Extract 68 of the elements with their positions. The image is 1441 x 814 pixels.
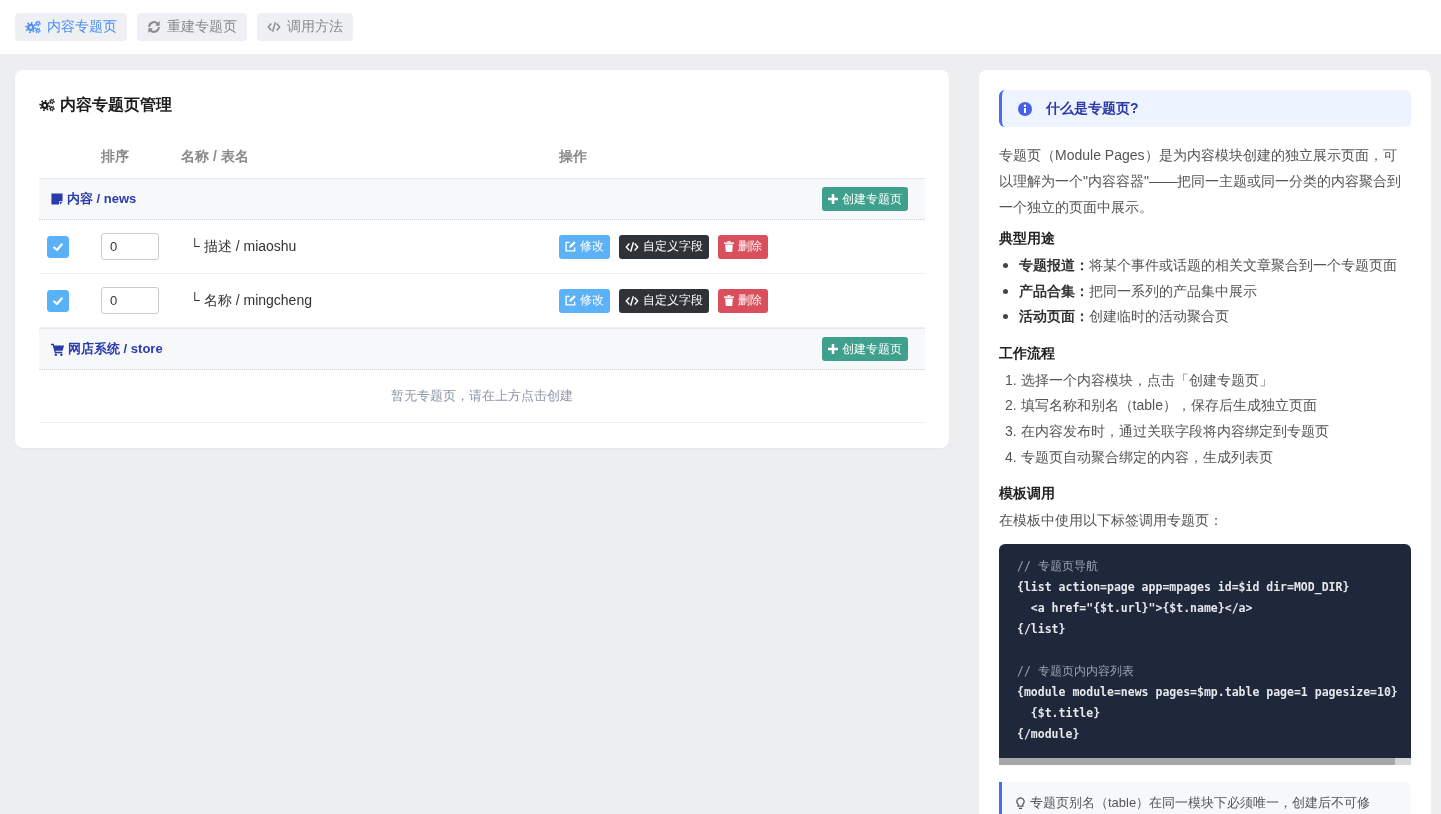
list-item: 产品合集：把同一系列的产品集中展示 — [1019, 281, 1257, 301]
code-icon — [267, 20, 281, 34]
section-title: 工作流程 — [999, 343, 1056, 363]
check-icon — [52, 240, 64, 253]
code-line: {/module} — [1017, 726, 1081, 744]
trash-icon — [724, 295, 734, 306]
code-line: {$t.title} — [1029, 705, 1102, 723]
code-comment: // 专题页内内容列表 — [1017, 663, 1135, 681]
checkbox[interactable] — [47, 235, 69, 258]
gears-icon — [39, 98, 55, 112]
intro-paragraph: 专题页（Module Pages）是为内容模块创建的独立展示页面，可以理解为一个"内容容器"——把同一主题或同一分类的内容聚合到一个独立的页面中展示。 — [999, 146, 1401, 217]
code-icon — [625, 293, 639, 308]
edit-button[interactable]: 修改 — [559, 234, 610, 259]
tip-text: 专题页别名（table）在同一模块下必须唯一，创建后不可修 — [1030, 794, 1371, 813]
edit-button[interactable]: 修改 — [559, 288, 610, 313]
step-item: 2. 填写名称和别名（table），保存后生成独立页面 — [1004, 396, 1318, 416]
bullet-icon — [1003, 288, 1008, 294]
step-item: 1. 选择一个内容模块，点击「创建专题页」 — [1004, 370, 1274, 390]
code-line: <a href="{$t.url}">{$t.name}</a> — [1029, 600, 1254, 618]
lightbulb-icon — [1016, 796, 1025, 810]
order-input[interactable]: 0 — [101, 233, 159, 260]
page-name: └ 描述 / miaoshu — [190, 238, 297, 254]
column-header: 排序 — [101, 147, 129, 164]
plus-icon — [828, 194, 838, 204]
trash-icon — [724, 241, 734, 252]
create-button[interactable]: 创建专题页 — [822, 337, 908, 361]
checkbox[interactable] — [47, 289, 69, 312]
bullet-icon — [1003, 314, 1008, 320]
module-name: 内容 / news — [67, 190, 137, 208]
edit-icon — [565, 241, 576, 252]
card-title: 内容专题页管理 — [60, 94, 172, 115]
tab[interactable]: 调用方法 — [257, 13, 353, 41]
section-text: 在模板中使用以下标签调用专题页： — [999, 511, 1224, 531]
custom-fields-button[interactable]: 自定义字段 — [619, 288, 709, 313]
module-name: 网店系统 / store — [68, 340, 163, 358]
step-item: 4. 专题页自动聚合绑定的内容，生成列表页 — [1004, 447, 1274, 467]
section-title: 模板调用 — [999, 484, 1056, 504]
empty-message: 暂无专题页，请在上方点击创建 — [391, 387, 573, 405]
cart-icon — [51, 342, 64, 356]
delete-button[interactable]: 删除 — [718, 288, 768, 313]
delete-button[interactable]: 删除 — [718, 234, 768, 259]
gears-icon — [25, 20, 41, 34]
section-title: 典型用途 — [999, 229, 1056, 248]
plus-icon — [828, 344, 838, 354]
horizontal-scrollbar[interactable] — [999, 758, 1411, 766]
refresh-icon — [147, 20, 161, 34]
code-line: {list action=page app=mpages id=$id dir=MOD_DIR} — [1017, 579, 1351, 597]
order-input[interactable]: 0 — [101, 287, 159, 314]
column-header: 名称 / 表名 — [181, 147, 249, 164]
code-icon — [625, 239, 639, 254]
code-comment: // 专题页导航 — [1017, 558, 1099, 576]
page-name: └ 名称 / mingcheng — [190, 292, 312, 308]
banner-title: 什么是专题页? — [1046, 99, 1139, 118]
note-icon — [51, 193, 63, 205]
step-item: 3. 在内容发布时，通过关联字段将内容绑定到专题页 — [1004, 421, 1330, 441]
create-button[interactable]: 创建专题页 — [822, 187, 908, 211]
list-item: 专题报道：将某个事件或话题的相关文章聚合到一个专题页面 — [1019, 256, 1397, 275]
bullet-icon — [1003, 263, 1008, 269]
tab[interactable]: 内容专题页 — [15, 13, 127, 41]
edit-icon — [565, 295, 576, 306]
list-item: 活动页面：创建临时的活动聚合页 — [1019, 307, 1229, 327]
info-icon — [1018, 101, 1032, 116]
tab[interactable]: 重建专题页 — [137, 13, 247, 41]
code-line: {/list} — [1017, 621, 1067, 639]
code-line: {module module=news pages=$mp.table page=1 pagesize=10} — [1017, 684, 1399, 702]
column-header: 操作 — [559, 147, 587, 164]
custom-fields-button[interactable]: 自定义字段 — [619, 234, 709, 259]
check-icon — [52, 294, 64, 307]
